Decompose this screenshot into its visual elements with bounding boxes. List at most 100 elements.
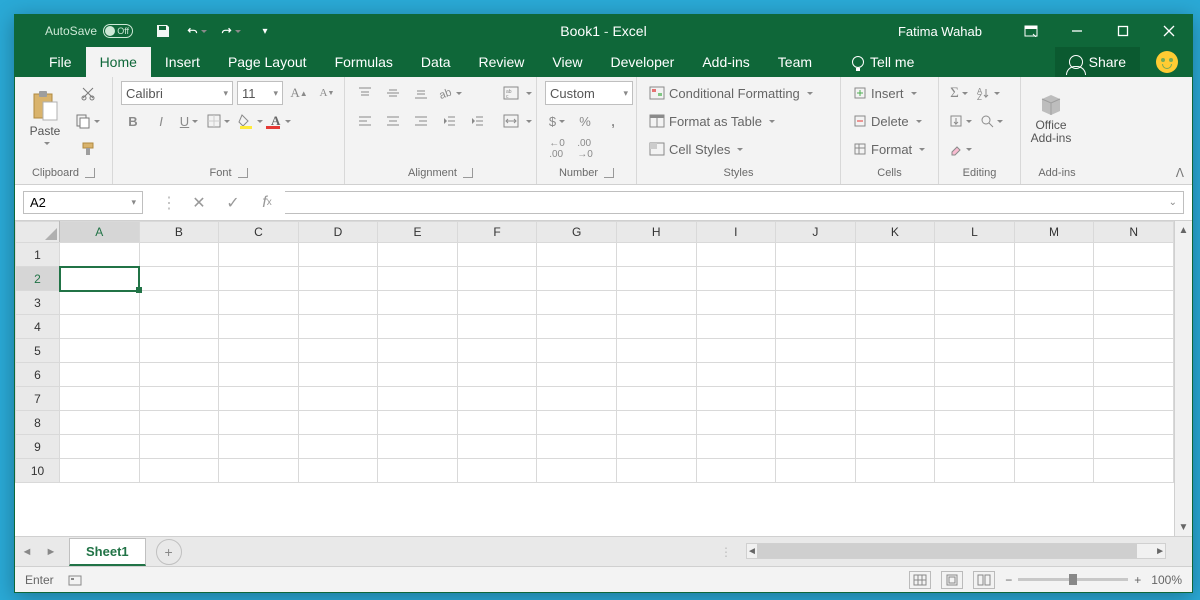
cell-I2[interactable] [696,267,776,291]
formula-input[interactable]: ⌄ [285,191,1184,214]
format-cells-button[interactable]: Format [849,137,929,161]
cell-D5[interactable] [298,339,378,363]
cell-A7[interactable] [60,387,140,411]
cell-H9[interactable] [616,435,696,459]
cell-N7[interactable] [1094,387,1174,411]
cell-A5[interactable] [60,339,140,363]
zoom-thumb[interactable] [1069,574,1077,585]
cell-L1[interactable] [935,243,1015,267]
font-size-combo[interactable]: 11▾ [237,81,283,105]
cell-E2[interactable] [378,267,458,291]
format-as-table-button[interactable]: Format as Table [645,109,779,133]
cell-N5[interactable] [1094,339,1174,363]
italic-button[interactable]: I [149,109,173,133]
cell-G7[interactable] [537,387,617,411]
delete-cells-button[interactable]: Delete [849,109,926,133]
cell-E10[interactable] [378,459,458,483]
zoom-out-button[interactable]: − [1005,573,1012,587]
tab-page-layout[interactable]: Page Layout [214,47,321,77]
cell-N6[interactable] [1094,363,1174,387]
align-left-button[interactable] [353,109,377,133]
cell-J1[interactable] [776,243,856,267]
select-all-corner[interactable] [16,222,60,243]
cell-E8[interactable] [378,411,458,435]
cell-K9[interactable] [855,435,935,459]
zoom-track[interactable] [1018,578,1128,581]
cell-H10[interactable] [616,459,696,483]
underline-button[interactable]: U [177,109,201,133]
cell-L3[interactable] [935,291,1015,315]
row-header-3[interactable]: 3 [16,291,60,315]
cell-K3[interactable] [855,291,935,315]
cell-B4[interactable] [139,315,219,339]
cell-G2[interactable] [537,267,617,291]
insert-function-button[interactable]: fx [255,191,279,215]
cell-F3[interactable] [457,291,537,315]
tab-insert[interactable]: Insert [151,47,214,77]
cell-M4[interactable] [1014,315,1094,339]
cell-C6[interactable] [219,363,299,387]
scroll-up-button[interactable]: ▲ [1175,221,1192,239]
tab-addins[interactable]: Add-ins [688,47,763,77]
decrease-indent-button[interactable] [437,109,461,133]
row-header-4[interactable]: 4 [16,315,60,339]
cell-F1[interactable] [457,243,537,267]
cell-K8[interactable] [855,411,935,435]
cell-D6[interactable] [298,363,378,387]
cell-A4[interactable] [60,315,140,339]
cell-K6[interactable] [855,363,935,387]
cell-M8[interactable] [1014,411,1094,435]
cell-E6[interactable] [378,363,458,387]
cell-I4[interactable] [696,315,776,339]
tab-home[interactable]: Home [86,47,151,77]
column-header-E[interactable]: E [378,222,458,243]
redo-button[interactable] [221,21,241,41]
scroll-right-button[interactable]: ► [1155,542,1165,560]
name-box-dropdown-icon[interactable]: ▾ [131,197,136,208]
merge-center-button[interactable] [499,109,536,133]
wrap-text-button[interactable]: abc [499,81,536,105]
cell-M10[interactable] [1014,459,1094,483]
cell-A9[interactable] [60,435,140,459]
cell-D7[interactable] [298,387,378,411]
clear-button[interactable] [947,137,974,161]
sheet-nav-next[interactable]: ► [39,537,63,566]
minimize-button[interactable] [1054,15,1100,47]
cell-F4[interactable] [457,315,537,339]
column-header-C[interactable]: C [219,222,299,243]
tab-view[interactable]: View [538,47,596,77]
column-header-M[interactable]: M [1014,222,1094,243]
cell-L9[interactable] [935,435,1015,459]
enter-entry-button[interactable]: ✓ [221,191,245,215]
borders-button[interactable] [205,109,232,133]
fill-color-button[interactable] [236,109,265,133]
cell-J4[interactable] [776,315,856,339]
cell-C10[interactable] [219,459,299,483]
find-select-button[interactable] [978,109,1005,133]
cell-A8[interactable] [60,411,140,435]
font-dialog-launcher[interactable] [238,168,248,178]
tab-team[interactable]: Team [764,47,826,77]
cell-B1[interactable] [139,243,219,267]
column-header-L[interactable]: L [935,222,1015,243]
cell-N3[interactable] [1094,291,1174,315]
expand-formula-bar-button[interactable]: ⌄ [1169,197,1177,208]
cell-G9[interactable] [537,435,617,459]
zoom-level[interactable]: 100% [1151,573,1182,587]
cell-N4[interactable] [1094,315,1174,339]
cell-J3[interactable] [776,291,856,315]
cell-E4[interactable] [378,315,458,339]
cut-button[interactable] [73,81,102,105]
column-header-J[interactable]: J [776,222,856,243]
column-header-F[interactable]: F [457,222,537,243]
cell-K2[interactable] [855,267,935,291]
align-right-button[interactable] [409,109,433,133]
cell-B5[interactable] [139,339,219,363]
column-header-D[interactable]: D [298,222,378,243]
cell-N10[interactable] [1094,459,1174,483]
ribbon-display-options-button[interactable] [1008,15,1054,47]
cell-C7[interactable] [219,387,299,411]
cell-M2[interactable] [1014,267,1094,291]
cell-J2[interactable] [776,267,856,291]
cell-F7[interactable] [457,387,537,411]
